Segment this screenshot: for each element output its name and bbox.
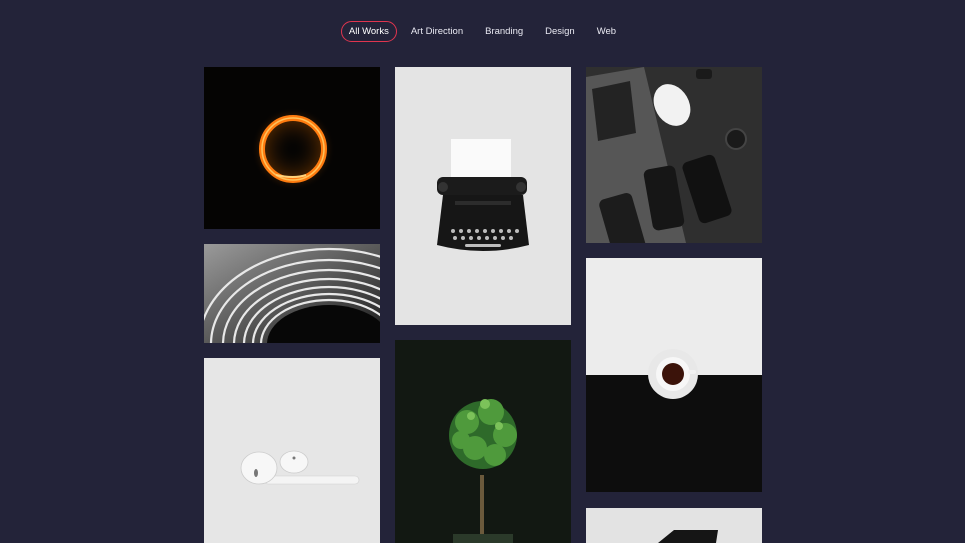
filter-art-direction[interactable]: Art Direction [403,21,471,42]
gallery-item-spiral[interactable] [204,244,380,343]
gallery-item-laptop-phones[interactable] [586,67,762,243]
filter-design[interactable]: Design [537,21,583,42]
filter-all-works[interactable]: All Works [340,21,397,42]
gallery-item-dark-object[interactable] [586,508,762,543]
gallery-item-plant[interactable] [395,340,571,543]
gallery-item-fire-ring[interactable] [204,67,380,229]
coffee-cup-image [586,258,762,492]
spiral-architecture-image [204,244,380,343]
earbuds-image [204,358,380,543]
typewriter-image [395,67,571,325]
dark-object-image [586,508,762,543]
filter-branding[interactable]: Branding [477,21,531,42]
laptop-phones-image [586,67,762,243]
plant-image [395,340,571,543]
gallery-item-earbuds[interactable] [204,358,380,543]
portfolio-filter-bar: All Works Art Direction Branding Design … [0,21,965,42]
gallery-item-coffee[interactable] [586,258,762,492]
gallery-item-typewriter[interactable] [395,67,571,325]
fire-ring-image [204,67,380,229]
filter-web[interactable]: Web [589,21,624,42]
